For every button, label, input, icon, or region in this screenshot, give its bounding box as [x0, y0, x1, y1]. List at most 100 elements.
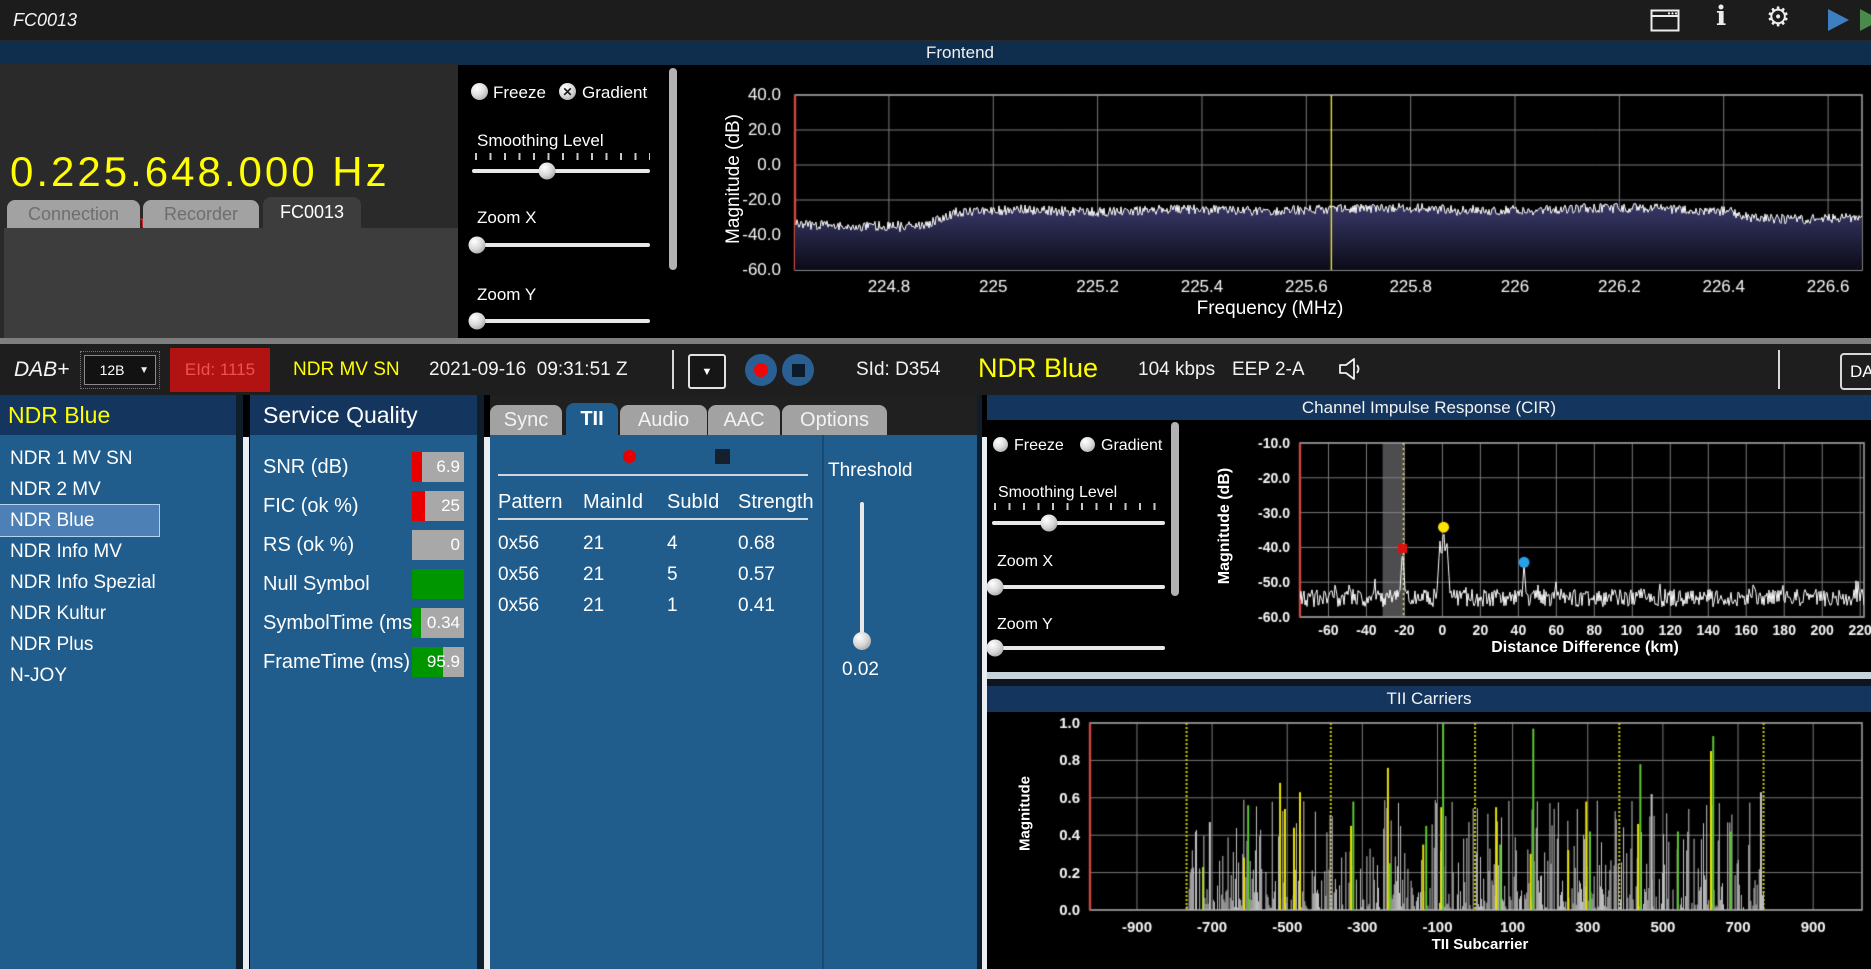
- quality-label: RS (ok %): [263, 526, 354, 565]
- sidebar-header-title: NDR Blue: [8, 395, 110, 435]
- sidebar-header: NDR Blue: [0, 395, 243, 435]
- bar-separator: [672, 350, 674, 389]
- splitter-handle[interactable]: [987, 672, 1871, 679]
- cir-header: Channel Impulse Response (CIR): [987, 395, 1871, 420]
- smoothing-slider-thumb[interactable]: [538, 162, 555, 179]
- cir-freeze-label: Freeze: [1014, 437, 1064, 455]
- table-row[interactable]: 0x562110.41: [498, 590, 808, 621]
- spectrum-x-axis-label: Frequency (MHz): [1150, 298, 1390, 320]
- gear-icon[interactable]: ⚙: [1766, 2, 1790, 33]
- cir-smoothing-slider-track[interactable]: [992, 521, 1165, 525]
- datetime-label: 2021-09-16 09:31:51 Z: [429, 344, 628, 395]
- smoothing-slider[interactable]: [472, 162, 650, 179]
- zoom-y-slider-thumb[interactable]: [469, 312, 486, 329]
- quality-row: Null Symbol: [250, 565, 477, 604]
- zoom-x-slider[interactable]: [472, 236, 650, 253]
- stop-indicator-icon[interactable]: [715, 449, 730, 464]
- frontend-controls-scrollbar[interactable]: [669, 68, 677, 270]
- service-quality-title: Service Quality: [263, 395, 418, 435]
- chevron-down-icon: ▼: [139, 365, 149, 376]
- cir-zoom-y-slider-track[interactable]: [992, 646, 1165, 650]
- bar-separator: [1778, 350, 1780, 389]
- threshold-slider-track[interactable]: [860, 502, 864, 640]
- cir-zoom-x-slider[interactable]: [992, 578, 1165, 595]
- tab-connection[interactable]: Connection: [7, 200, 140, 228]
- dab-mode-label: DAB+: [14, 344, 69, 395]
- splitter-shadow: [477, 395, 484, 969]
- cir-smoothing-slider-thumb[interactable]: [1041, 514, 1058, 531]
- channel-select-value: 12B: [85, 362, 139, 378]
- quality-label: FIC (ok %): [263, 487, 359, 526]
- cir-zoom-y-slider-thumb[interactable]: [987, 639, 1004, 656]
- quality-value: 0.34: [427, 608, 460, 638]
- zoom-x-slider-track[interactable]: [472, 243, 650, 247]
- speaker-icon[interactable]: [1337, 356, 1365, 382]
- threshold-divider: [822, 435, 824, 969]
- cir-x-axis-label: Distance Difference (km): [1465, 639, 1705, 657]
- service-id-label: SId: D354: [856, 344, 941, 395]
- service-list-item[interactable]: NDR 2 MV: [0, 474, 243, 505]
- play-icon-partial[interactable]: [1860, 9, 1871, 31]
- tii-carriers-chart[interactable]: [1000, 715, 1871, 965]
- stop-button[interactable]: [782, 354, 814, 386]
- dab-mode-badge[interactable]: DAB: [1840, 353, 1871, 390]
- window-icon[interactable]: [1650, 9, 1680, 32]
- cir-zoom-y-slider[interactable]: [992, 639, 1165, 656]
- tab-aac[interactable]: AAC: [708, 405, 780, 435]
- cir-zoom-x-slider-track[interactable]: [992, 585, 1165, 589]
- record-indicator-icon[interactable]: [623, 450, 636, 463]
- splitter-handle[interactable]: [243, 437, 249, 969]
- record-button[interactable]: [745, 354, 777, 386]
- service-list-item[interactable]: NDR 1 MV SN: [0, 443, 243, 474]
- cir-smoothing-slider[interactable]: [992, 514, 1165, 531]
- splitter-shadow: [987, 679, 1871, 686]
- tab-fc0013[interactable]: FC0013: [263, 197, 361, 228]
- cir-freeze-radio[interactable]: [993, 437, 1008, 452]
- channel-select[interactable]: 12B ▼: [84, 355, 156, 385]
- tab-recorder[interactable]: Recorder: [143, 200, 259, 228]
- service-list-item[interactable]: N-JOY: [0, 660, 243, 691]
- service-quality-rows: SNR (dB)6.9FIC (ok %)25RS (ok %)0Null Sy…: [250, 448, 477, 682]
- zoom-y-slider-track[interactable]: [472, 319, 650, 323]
- service-list-item[interactable]: NDR Kultur: [0, 598, 243, 629]
- tab-sync[interactable]: Sync: [490, 405, 562, 435]
- tii-cell: 1: [667, 590, 738, 621]
- zoom-y-slider[interactable]: [472, 312, 650, 329]
- cir-zoom-x-slider-thumb[interactable]: [987, 578, 1004, 595]
- cir-controls-scrollbar[interactable]: [1171, 422, 1179, 596]
- quality-bar-fill: [412, 569, 464, 599]
- service-list-item[interactable]: NDR Blue: [0, 505, 159, 536]
- quality-label: SNR (dB): [263, 448, 349, 487]
- tii-cell: 5: [667, 559, 738, 590]
- threshold-slider-thumb[interactable]: [853, 632, 871, 650]
- current-service-name: NDR Blue: [978, 344, 1098, 395]
- dab-status-bar: DAB+ 12B ▼ EId: 1115 NDR MV SN 2021-09-1…: [0, 344, 1871, 395]
- smoothing-slider-track[interactable]: [472, 169, 650, 173]
- window-title: FC0013: [13, 0, 77, 40]
- gradient-check-icon[interactable]: [559, 83, 576, 100]
- quality-row: RS (ok %)0: [250, 526, 477, 565]
- tab-audio[interactable]: Audio: [620, 405, 707, 435]
- cir-chart[interactable]: [1185, 425, 1871, 667]
- table-row[interactable]: 0x562140.68: [498, 528, 808, 559]
- tii-column-header: Strength: [738, 490, 808, 518]
- tab-options[interactable]: Options: [782, 405, 887, 435]
- service-list-item[interactable]: NDR Plus: [0, 629, 243, 660]
- tab-tii[interactable]: TII: [566, 403, 618, 435]
- zoom-x-slider-thumb[interactable]: [469, 236, 486, 253]
- tii-cell: 21: [583, 590, 667, 621]
- tii-separator-line: [498, 474, 808, 476]
- table-row[interactable]: 0x562150.57: [498, 559, 808, 590]
- tii-cell: 21: [583, 528, 667, 559]
- bitrate-label: 104 kbps: [1138, 344, 1215, 395]
- service-list-item[interactable]: NDR Info MV: [0, 536, 243, 567]
- splitter-shadow: [236, 395, 243, 969]
- tii-y-axis-label: Magnitude: [1017, 744, 1034, 884]
- play-icon[interactable]: [1828, 9, 1849, 31]
- record-options-button[interactable]: ▼: [688, 354, 726, 389]
- service-list-item[interactable]: NDR Info Spezial: [0, 567, 243, 598]
- frontend-header-bar: Frontend: [0, 40, 1871, 65]
- cir-gradient-radio[interactable]: [1080, 437, 1095, 452]
- freeze-radio[interactable]: [471, 83, 488, 100]
- info-icon[interactable]: ℹ: [1716, 1, 1726, 32]
